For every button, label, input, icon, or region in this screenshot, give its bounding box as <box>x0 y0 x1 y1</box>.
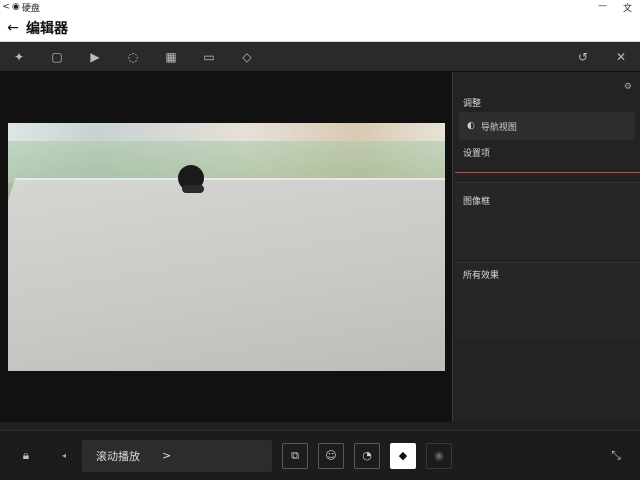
back-arrow-icon[interactable]: < <box>0 2 12 12</box>
location-icon: ◉ <box>12 2 20 12</box>
expand-icon[interactable]: ⤡ <box>602 442 630 470</box>
preview-stage <box>0 72 452 422</box>
circle-icon[interactable]: ◌ <box>114 42 152 72</box>
close-icon[interactable]: ✕ <box>602 42 640 72</box>
volume-icon[interactable]: ◂ <box>50 442 78 470</box>
settings-icon[interactable]: ⚙ <box>624 82 632 92</box>
adjust-label: 调整 <box>463 99 482 109</box>
tag-icon[interactable]: ◇ <box>228 42 266 72</box>
divider <box>455 172 640 173</box>
wand-icon[interactable]: ✦ <box>0 42 38 72</box>
box-icon[interactable]: ▭ <box>190 42 228 72</box>
film-icon[interactable]: ▦ <box>152 42 190 72</box>
window-titlebar: < ◉ 硬盘 — 文 <box>0 0 640 14</box>
all-effects-label: 所有效果 <box>463 271 500 281</box>
folder-icon[interactable]: ▢ <box>38 42 76 72</box>
person-icon[interactable]: ☺ <box>318 442 344 469</box>
lock-icon[interactable]: 🔒︎ <box>12 442 40 470</box>
playback-slot[interactable]: 滚动播放 > <box>82 439 272 472</box>
settings-label: 设置项 <box>463 149 491 159</box>
play-arrow-icon[interactable]: > <box>162 449 171 462</box>
video-preview[interactable] <box>8 123 445 371</box>
page-title: 编辑器 <box>26 20 68 37</box>
properties-panel: ⚙ 调整 ◐ 导航视图 设置项 图像框 所有效果 <box>452 72 640 422</box>
app-title: ◉ 硬盘 <box>12 2 40 14</box>
navigation-view-field[interactable]: ◐ 导航视图 <box>459 112 635 140</box>
image-frame-label: 图像框 <box>463 197 491 207</box>
face-icon[interactable]: ◔ <box>354 442 380 469</box>
bottom-bar: 🔒︎ ◂ 滚动播放 > ⧉ ☺ ◔ ◆ ◉ ⤡ <box>0 430 640 480</box>
edit-toolbar: ✦ ▢ ▶ ◌ ▦ ▭ ◇ ↺ ✕ <box>0 42 640 72</box>
navigation-icon: ◐ <box>467 121 475 131</box>
diamond-icon[interactable]: ◆ <box>390 442 416 469</box>
history-icon[interactable]: ↺ <box>564 42 602 72</box>
eye-icon[interactable]: ◉ <box>426 442 452 469</box>
minimize-icon[interactable]: — <box>598 1 607 14</box>
window-close-button[interactable]: 文 <box>623 1 632 14</box>
back-icon[interactable]: ← <box>0 20 26 36</box>
crop-icon[interactable]: ⧉ <box>282 442 308 469</box>
page-header: ← 编辑器 <box>0 14 640 42</box>
video-icon[interactable]: ▶ <box>76 42 114 72</box>
